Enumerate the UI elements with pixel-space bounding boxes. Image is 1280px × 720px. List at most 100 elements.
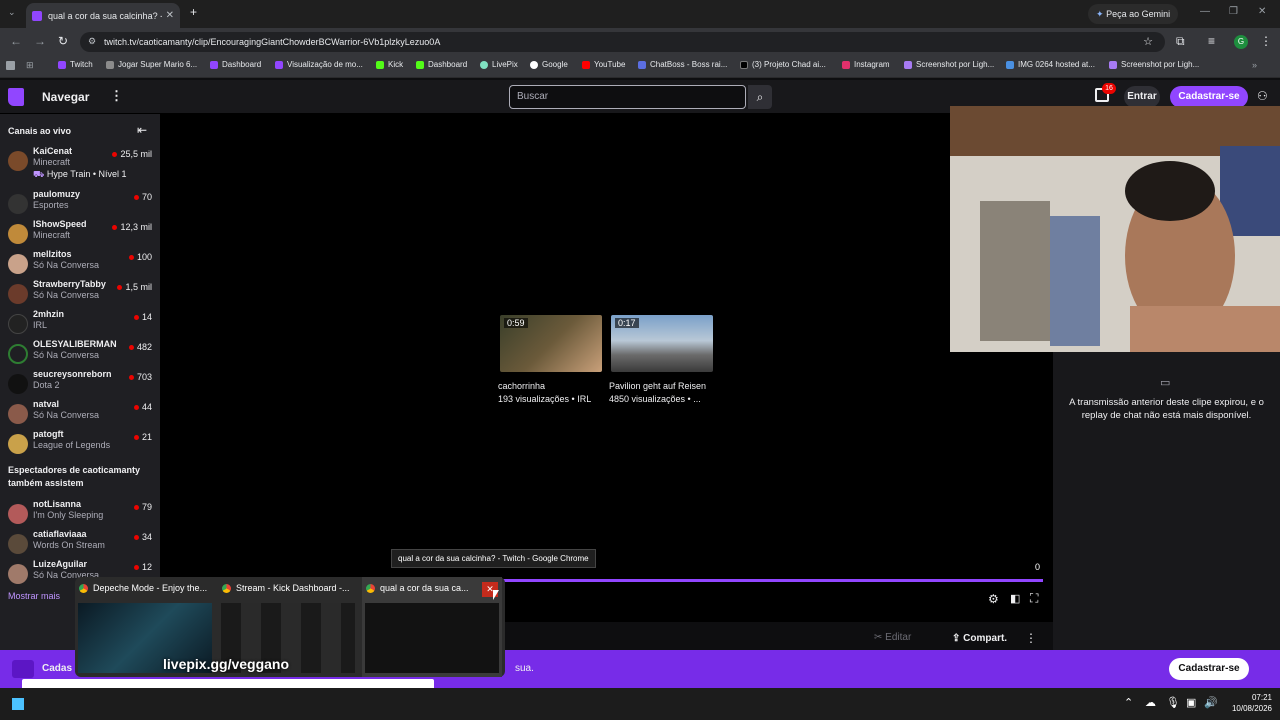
avatar xyxy=(8,434,28,454)
browser-tab-bar: ⌄ qual a cor da sua calcinha? - Tw ✕ + ✦… xyxy=(0,0,1280,28)
channel-name: notLisanna xyxy=(33,499,82,509)
bookmark-kick-dashboard[interactable]: Dashboard xyxy=(416,60,467,69)
reload-icon[interactable]: ↻ xyxy=(58,34,68,48)
forward-icon[interactable]: → xyxy=(34,34,46,48)
tab-list-icon[interactable]: ⌄ xyxy=(8,7,16,18)
tray-app-icon[interactable]: ☁ xyxy=(1145,696,1156,709)
sidebar-channel-ishowspeed[interactable]: IShowSpeed Minecraft 12,3 mil xyxy=(0,219,160,249)
bookmark-chatboss[interactable]: ChatBoss - Boss rai... xyxy=(638,60,727,69)
related-clip-thumbnail[interactable]: 0:17 xyxy=(611,315,713,372)
window-title: Stream - Kick Dashboard -... xyxy=(236,583,350,593)
volume-icon[interactable]: 🔊 xyxy=(1204,696,1218,709)
share-button[interactable]: ⇪ Compart. xyxy=(946,630,1013,648)
search-icon[interactable]: ⌕ xyxy=(748,85,772,109)
twitch-favicon-icon xyxy=(32,10,42,21)
bookmark-screenshot-2[interactable]: Screenshot por Ligh... xyxy=(1109,60,1199,69)
bookmark-google[interactable]: Google xyxy=(530,60,568,69)
search-input[interactable]: Buscar xyxy=(509,85,746,109)
channel-name: patogft xyxy=(33,429,64,439)
channel-name: catiaflaviaaa xyxy=(33,529,87,539)
sidebar-channel-natval[interactable]: natval Só Na Conversa 44 xyxy=(0,399,160,429)
grid-icon[interactable]: ⊞ xyxy=(26,60,34,71)
bookmark-mario[interactable]: Jogar Super Mario 6... xyxy=(106,60,197,69)
apps-icon[interactable] xyxy=(6,61,15,70)
collapse-sidebar-icon[interactable]: ⇤ xyxy=(137,123,147,137)
minimize-icon[interactable]: — xyxy=(1200,6,1210,17)
clock-date: 10/08/2026 xyxy=(1231,704,1272,713)
window-tooltip: qual a cor da sua calcinha? - Twitch - G… xyxy=(391,549,596,568)
window-close-icon[interactable]: ✕ xyxy=(1258,6,1266,17)
time-counter: 0 xyxy=(1035,562,1041,572)
show-more-link[interactable]: Mostrar mais xyxy=(8,591,60,601)
more-bookmarks-icon[interactable]: » xyxy=(1252,60,1257,70)
media-control-icon[interactable]: ≡ xyxy=(1208,34,1215,48)
google-icon xyxy=(530,60,538,69)
maximize-icon[interactable]: ❐ xyxy=(1229,6,1238,17)
bookmark-x[interactable]: (3) Projeto Chad ai... xyxy=(740,60,826,69)
related-clip-thumbnail[interactable]: 0:59 xyxy=(500,315,602,372)
avatar xyxy=(8,374,28,394)
network-icon[interactable]: ▣ xyxy=(1186,696,1196,709)
theatre-mode-icon[interactable]: ◧ xyxy=(1010,592,1020,605)
related-clip-title[interactable]: cachorrinha xyxy=(498,381,545,391)
banner-signup-button[interactable]: Cadastrar-se xyxy=(1169,658,1249,680)
system-clock[interactable]: 07:21 10/08/2026 xyxy=(1226,692,1272,714)
bookmark-dashboard[interactable]: Dashboard xyxy=(210,60,261,69)
sidebar-channel-kaicenat[interactable]: KaiCenat Minecraft 25,5 mil ⛟ Hype Train… xyxy=(0,146,160,179)
user-icon[interactable]: ⚇ xyxy=(1257,89,1268,103)
progress-bar[interactable] xyxy=(500,579,1043,582)
sidebar-channel-patogft[interactable]: patogft League of Legends 21 xyxy=(0,429,160,459)
related-clip-title[interactable]: Pavilion geht auf Reisen xyxy=(609,381,706,391)
profile-avatar[interactable]: G xyxy=(1234,35,1248,49)
sidebar-channel-strawberrytabby[interactable]: StrawberryTabby Só Na Conversa 1,5 mil xyxy=(0,279,160,309)
bookmark-screenshot-1[interactable]: Screenshot por Ligh... xyxy=(904,60,994,69)
bookmark-img[interactable]: IMG 0264 hosted at... xyxy=(1006,60,1095,69)
microphone-icon[interactable]: 🎙 xyxy=(1166,696,1180,709)
viewer-count: 25,5 mil xyxy=(112,149,152,159)
more-options-icon[interactable]: ⋮ xyxy=(1025,631,1037,645)
avatar xyxy=(8,504,28,524)
signup-button[interactable]: Cadastrar-se xyxy=(1170,86,1248,108)
taskbar-window-preview-active[interactable]: qual a cor da sua ca... ✕ xyxy=(362,577,502,677)
browse-link[interactable]: Navegar xyxy=(42,90,89,104)
banner-text-left: Cadas xyxy=(42,663,73,674)
sidebar-channel-mellzitos[interactable]: mellzitos Só Na Conversa 100 xyxy=(0,249,160,279)
windows-start-icon[interactable] xyxy=(12,698,24,710)
back-icon[interactable]: ← xyxy=(10,34,22,48)
bookmark-livepix[interactable]: LivePix xyxy=(480,60,518,69)
more-menu-icon[interactable]: ⋮ xyxy=(110,88,123,104)
tray-overflow-icon[interactable]: ⌃ xyxy=(1124,696,1133,709)
bookmark-label: LivePix xyxy=(492,60,518,69)
bookmark-twitch[interactable]: Twitch xyxy=(58,60,93,69)
sidebar-channel-2mhzin[interactable]: 2mhzin IRL 14 xyxy=(0,309,160,339)
gemini-icon: ✦ xyxy=(1096,9,1104,19)
bookmark-kick[interactable]: Kick xyxy=(376,60,403,69)
clip-player[interactable]: 0:59 cachorrinha 193 visualizações • IRL… xyxy=(160,114,1053,622)
bookmark-star-icon[interactable]: ☆ xyxy=(1143,35,1153,48)
sidebar-channel-notlisanna[interactable]: notLisanna I'm Only Sleeping 79 xyxy=(0,499,160,529)
browser-tab-active[interactable]: qual a cor da sua calcinha? - Tw ✕ xyxy=(26,3,180,28)
edit-button[interactable]: ✂ Editar xyxy=(874,632,911,643)
address-bar[interactable]: ⚙ twitch.tv/caoticamanty/clip/Encouragin… xyxy=(80,32,1165,52)
login-button[interactable]: Entrar xyxy=(1124,86,1160,108)
sidebar-channel-olesyaliberman[interactable]: OLESYALIBERMAN Só Na Conversa 482 xyxy=(0,339,160,369)
browser-menu-icon[interactable]: ⋮ xyxy=(1260,34,1272,48)
extensions-icon[interactable]: ⧉ xyxy=(1176,34,1185,49)
twitch-logo-icon[interactable] xyxy=(8,88,24,106)
close-tab-icon[interactable]: ✕ xyxy=(166,10,174,21)
sidebar-channel-seucreysonreborn[interactable]: seucreysonreborn Dota 2 703 xyxy=(0,369,160,399)
sidebar-channel-paulomuzy[interactable]: paulomuzy Esportes 70 xyxy=(0,189,160,219)
bookmark-youtube[interactable]: YouTube xyxy=(582,60,625,69)
bookmark-visualizacao[interactable]: Visualização de mo... xyxy=(275,60,363,69)
bookmark-instagram[interactable]: Instagram xyxy=(842,60,890,69)
new-tab-icon[interactable]: + xyxy=(190,5,197,19)
sidebar: Canais ao vivo ⇤ KaiCenat Minecraft 25,5… xyxy=(0,114,160,650)
gemini-button[interactable]: ✦ Peça ao Gemini xyxy=(1088,4,1179,24)
viewer-count: 100 xyxy=(129,252,152,262)
fullscreen-icon[interactable]: ⛶ xyxy=(1030,591,1038,606)
clip-duration: 0:59 xyxy=(504,318,528,328)
site-info-icon[interactable]: ⚙ xyxy=(88,36,96,47)
edit-label: Editar xyxy=(885,632,912,643)
sidebar-channel-catiaflaviaaa[interactable]: catiaflaviaaa Words On Stream 34 xyxy=(0,529,160,559)
settings-icon[interactable]: ⚙ xyxy=(988,592,999,606)
